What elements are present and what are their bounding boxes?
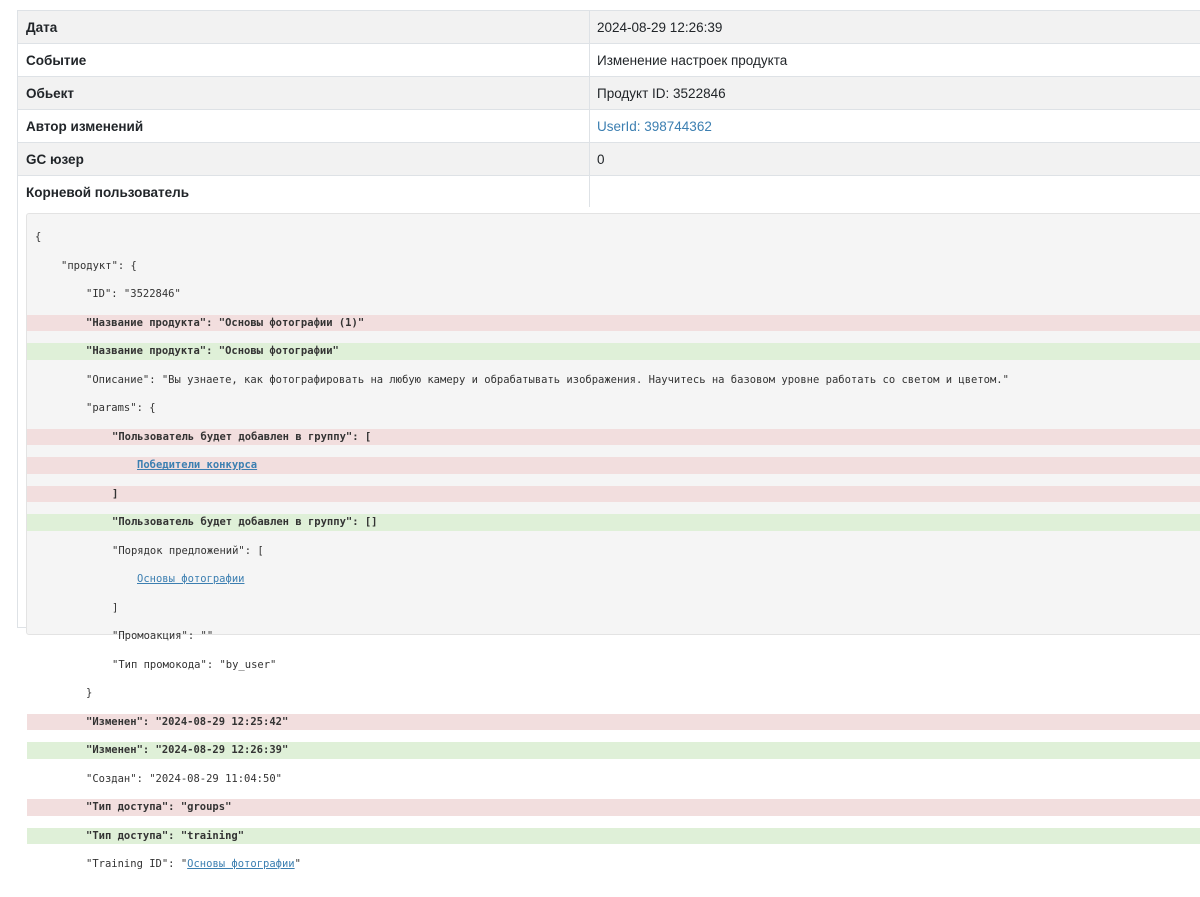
gc-user-value: 0: [590, 143, 1200, 176]
diff-line: Основы фотографии: [27, 571, 1200, 588]
diff-line-removed: "Изменен": "2024-08-29 12:25:42": [27, 714, 1200, 731]
diff-line: "Создан": "2024-08-29 11:04:50": [27, 771, 1200, 788]
diff-line-added: "Название продукта": "Основы фотографии": [27, 343, 1200, 360]
diff-cell: { "продукт": { "ID": "3522846" "Название…: [17, 207, 1200, 628]
event-value: Изменение настроек продукта: [590, 44, 1200, 77]
diff-line: "продукт": {: [27, 258, 1200, 275]
offer-link[interactable]: Основы фотографии: [137, 573, 244, 585]
diff-line: "ID": "3522846": [27, 286, 1200, 303]
diff-line-added: "Пользователь будет добавлен в группу": …: [27, 514, 1200, 531]
author-user-link[interactable]: UserId: 398744362: [597, 119, 712, 134]
diff-line: "Промоакция": "": [27, 628, 1200, 645]
event-details: Дата 2024-08-29 12:26:39 Событие Изменен…: [17, 10, 1200, 209]
date-value: 2024-08-29 12:26:39: [590, 11, 1200, 44]
diff-line-removed: "Пользователь будет добавлен в группу": …: [27, 429, 1200, 446]
diff-line-added: "Изменен": "2024-08-29 12:26:39": [27, 742, 1200, 759]
diff-line: }: [27, 685, 1200, 702]
diff-line: ]: [27, 600, 1200, 617]
diff-line-added: "Тип доступа": "training": [27, 828, 1200, 845]
diff-line: "Training ID": "Основы фотографии": [27, 856, 1200, 873]
date-label: Дата: [18, 11, 590, 44]
diff-line: "Описание": "Вы узнаете, как фотографиро…: [27, 372, 1200, 389]
group-link[interactable]: Победители конкурса: [137, 459, 257, 471]
diff-line-removed: "Тип доступа": "groups": [27, 799, 1200, 816]
table-row: Событие Изменение настроек продукта: [18, 44, 1200, 77]
table-row: Корневой пользователь: [18, 176, 1200, 209]
diff-line: {: [27, 229, 1200, 246]
object-label: Обьект: [18, 77, 590, 110]
author-cell: UserId: 398744362: [590, 110, 1200, 143]
table-row: GC юзер 0: [18, 143, 1200, 176]
root-user-label: Корневой пользователь: [18, 176, 590, 209]
root-user-value: [590, 176, 1200, 209]
event-label: Событие: [18, 44, 590, 77]
diff-code-block: { "продукт": { "ID": "3522846" "Название…: [26, 213, 1200, 635]
object-value: Продукт ID: 3522846: [590, 77, 1200, 110]
diff-line: "Тип промокода": "by_user": [27, 657, 1200, 674]
training-id-key: "Training ID": ": [86, 858, 187, 870]
training-id-quote: ": [295, 858, 301, 870]
diff-line: "params": {: [27, 400, 1200, 417]
diff-line-removed: ]: [27, 486, 1200, 503]
table-row: Дата 2024-08-29 12:26:39: [18, 11, 1200, 44]
training-link[interactable]: Основы фотографии: [187, 858, 294, 870]
diff-line-removed: Победители конкурса: [27, 457, 1200, 474]
event-info-table: Дата 2024-08-29 12:26:39 Событие Изменен…: [17, 10, 1200, 209]
table-row: Автор изменений UserId: 398744362: [18, 110, 1200, 143]
diff-line: "Порядок предложений": [: [27, 543, 1200, 560]
gc-user-label: GC юзер: [18, 143, 590, 176]
author-label: Автор изменений: [18, 110, 590, 143]
diff-line-removed: "Название продукта": "Основы фотографии …: [27, 315, 1200, 332]
table-row: Обьект Продукт ID: 3522846: [18, 77, 1200, 110]
